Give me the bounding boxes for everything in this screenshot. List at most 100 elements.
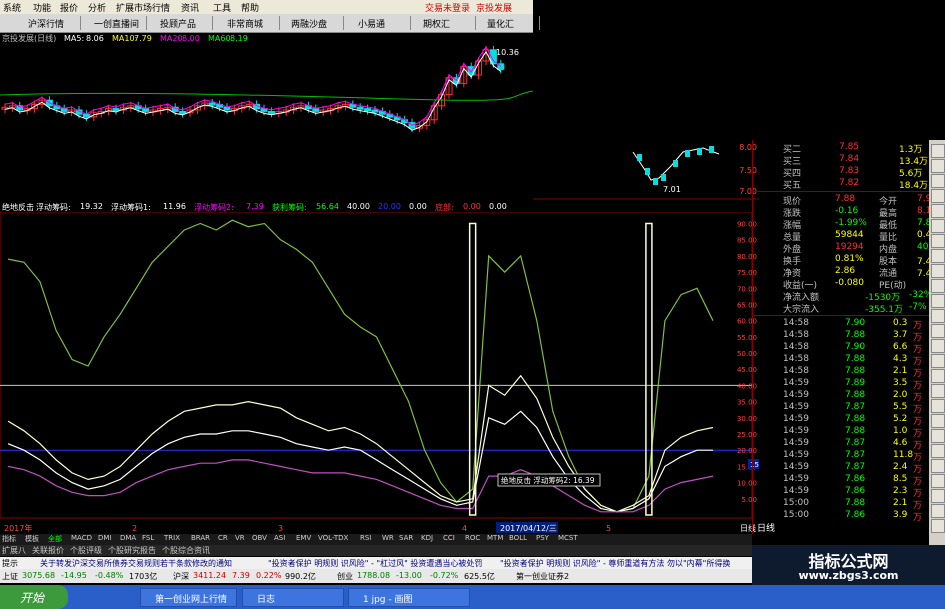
tick-row: 14:59 7.89 3.5 万 <box>753 378 945 391</box>
tool-button[interactable] <box>931 249 945 263</box>
tool-button[interactable] <box>931 474 945 488</box>
tab-indicator[interactable]: DMI <box>98 534 112 542</box>
status-item[interactable]: 沪深 <box>173 571 189 582</box>
tool-button[interactable] <box>931 189 945 203</box>
menu-item[interactable]: 工具 <box>213 1 231 14</box>
tab-indicator[interactable]: FSL <box>142 534 154 542</box>
tool-button[interactable] <box>931 279 945 293</box>
tool-button[interactable] <box>931 429 945 443</box>
tool-button[interactable] <box>931 414 945 428</box>
tab-sub[interactable]: 个股研究报告 <box>108 545 156 556</box>
tab-indicator[interactable]: 模板 <box>25 534 39 544</box>
start-label: 开始 <box>20 591 45 605</box>
tab-indicator[interactable]: 指标 <box>2 534 16 544</box>
nav-item[interactable]: 非常商城 <box>227 17 263 30</box>
menu-item[interactable]: 系统 <box>3 1 21 14</box>
menu-bar: 系统 功能 报价 分析 扩展市场行情 资讯 工具 帮助 交易未登录 京投发展 <box>0 0 533 14</box>
tick-price: 7.87 <box>845 402 866 412</box>
tool-button[interactable] <box>931 384 945 398</box>
menu-item[interactable]: 分析 <box>88 1 106 14</box>
tool-button[interactable] <box>931 504 945 518</box>
tab-indicator[interactable]: MCST <box>558 534 578 542</box>
tab-indicator[interactable]: 全部 <box>48 534 62 544</box>
status-item[interactable]: -13.00 <box>396 571 422 580</box>
tool-button[interactable] <box>931 369 945 383</box>
tool-button[interactable] <box>931 324 945 338</box>
nav-item[interactable]: 沪深行情 <box>28 17 64 30</box>
status-item[interactable]: 1788.08 <box>357 571 390 580</box>
status-item[interactable]: 1703亿 <box>129 571 157 582</box>
tab-indicator[interactable]: BOLL <box>509 534 527 542</box>
menu-item[interactable]: 帮助 <box>241 1 259 14</box>
status-item[interactable]: -14.95 <box>61 571 87 580</box>
start-button[interactable]: 开始 <box>0 585 68 609</box>
nav-item[interactable]: 小易通 <box>358 17 385 30</box>
tab-indicator[interactable]: TRIX <box>164 534 180 542</box>
menu-item[interactable]: 资讯 <box>181 1 199 14</box>
tool-button[interactable] <box>931 264 945 278</box>
tab-indicator[interactable]: MACD <box>71 534 92 542</box>
tool-button[interactable] <box>931 309 945 323</box>
menu-item[interactable]: 报价 <box>60 1 78 14</box>
tool-button[interactable] <box>931 339 945 353</box>
tab-indicator[interactable]: KDJ <box>421 534 433 542</box>
tab-indicator[interactable]: VOL-TDX <box>318 534 348 542</box>
tab-indicator[interactable]: ROC <box>465 534 480 542</box>
indicator-chart[interactable]: 绝地反击 浮动筹码2: 16.3990.0085.0080.0075.0070.… <box>0 212 759 522</box>
taskbar-item[interactable]: 1 jpg - 画图 <box>348 588 470 607</box>
nav-item[interactable]: 两融沙盘 <box>291 17 327 30</box>
status-item[interactable]: 3411.24 <box>193 571 226 580</box>
nav-item[interactable]: 量化汇 <box>487 17 514 30</box>
status-item[interactable]: 7.39 <box>232 571 250 580</box>
right-toolbar[interactable] <box>929 140 945 545</box>
tab-indicator[interactable]: DMA <box>120 534 136 542</box>
status-item[interactable]: 0.22% <box>256 571 281 580</box>
tab-sub[interactable]: 扩展八 <box>2 545 26 556</box>
candle-body <box>112 108 120 112</box>
tab-indicator[interactable]: CCI <box>443 534 455 542</box>
tab-indicator[interactable]: SAR <box>399 534 413 542</box>
tool-button[interactable] <box>931 234 945 248</box>
tool-button[interactable] <box>931 219 945 233</box>
taskbar-item[interactable]: 日志 <box>242 588 344 607</box>
tab-sub[interactable]: 个股综合资讯 <box>162 545 210 556</box>
tool-button[interactable] <box>931 459 945 473</box>
nav-item[interactable]: 投顾产品 <box>160 17 196 30</box>
status-item[interactable]: -0.72% <box>430 571 458 580</box>
tool-button[interactable] <box>931 519 945 533</box>
tool-button[interactable] <box>931 444 945 458</box>
tab-sub[interactable]: 关联报价 <box>32 545 64 556</box>
tool-button[interactable] <box>931 204 945 218</box>
tab-indicator[interactable]: ASI <box>274 534 285 542</box>
tab-indicator[interactable]: WR <box>382 534 394 542</box>
tab-indicator[interactable]: CR <box>218 534 228 542</box>
tab-indicator[interactable]: RSI <box>360 534 371 542</box>
tab-indicator[interactable]: PSY <box>536 534 549 542</box>
nav-item[interactable]: 一创直播间 <box>94 17 139 30</box>
tab-indicator[interactable]: BRAR <box>191 534 210 542</box>
tab-indicator[interactable]: EMV <box>296 534 311 542</box>
menu-item[interactable]: 扩展市场行情 <box>116 1 170 14</box>
status-item[interactable]: 3075.68 <box>22 571 55 580</box>
taskbar-item[interactable]: 第一创业网上行情 <box>140 588 237 607</box>
status-item[interactable]: 第一创业证券2 <box>516 571 569 582</box>
tool-button[interactable] <box>931 294 945 308</box>
tool-button[interactable] <box>931 144 945 158</box>
candlestick-chart[interactable]: 京投发展(日线) MA5: 8.06 MA10:7.79 MA20:8.00 MA60:… <box>0 33 533 141</box>
nav-item[interactable]: 期权汇 <box>423 17 450 30</box>
status-item[interactable]: -0.48% <box>95 571 123 580</box>
status-item[interactable]: 625.5亿 <box>464 571 495 582</box>
tool-button[interactable] <box>931 489 945 503</box>
tab-indicator[interactable]: OBV <box>252 534 267 542</box>
tab-indicator[interactable]: MTM <box>487 534 503 542</box>
tool-button[interactable] <box>931 174 945 188</box>
tool-button[interactable] <box>931 399 945 413</box>
tool-button[interactable] <box>931 354 945 368</box>
tab-indicator[interactable]: VR <box>235 534 245 542</box>
tab-sub[interactable]: 个股评级 <box>70 545 102 556</box>
status-item[interactable]: 上证 <box>2 571 18 582</box>
status-item[interactable]: 创业 <box>337 571 353 582</box>
tool-button[interactable] <box>931 159 945 173</box>
status-item[interactable]: 990.2亿 <box>285 571 316 582</box>
menu-item[interactable]: 功能 <box>33 1 51 14</box>
